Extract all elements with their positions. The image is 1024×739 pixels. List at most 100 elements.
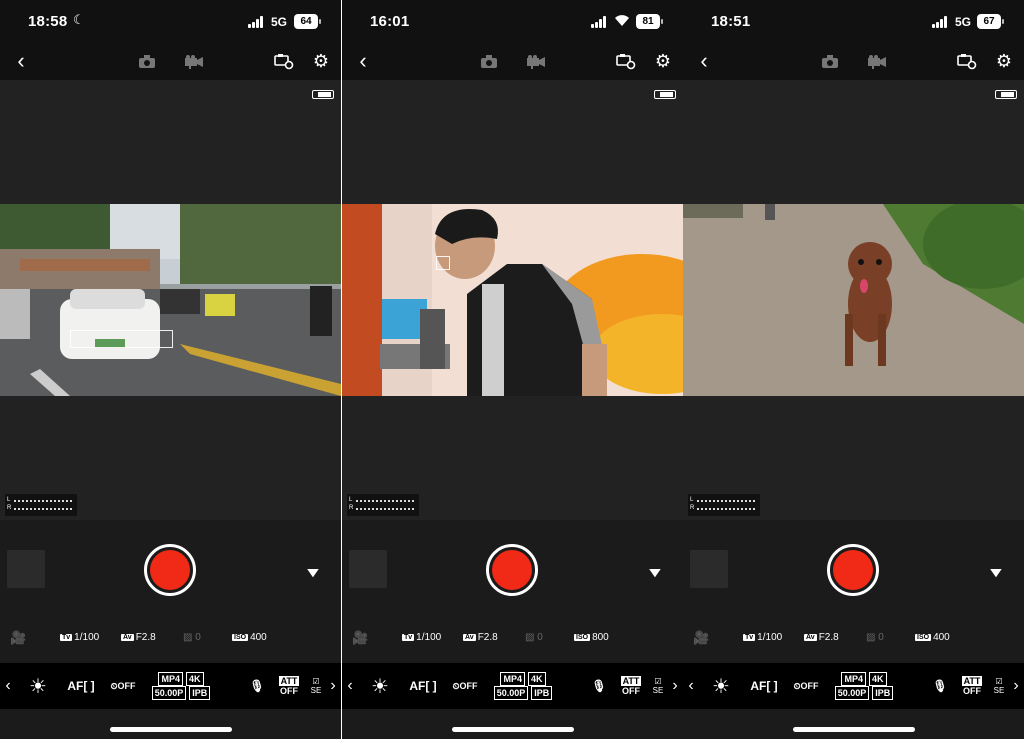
triangle-down-icon[interactable]: ▼ bbox=[645, 564, 664, 580]
aperture-value: Av F2.8 bbox=[121, 632, 156, 643]
white-balance-icon[interactable]: ☀ bbox=[368, 663, 392, 709]
se-button[interactable]: ☑ SE bbox=[652, 663, 664, 709]
status-bar: 18:51 5G 67 bbox=[683, 0, 1024, 44]
chevron-left-icon[interactable]: ‹ bbox=[683, 663, 699, 709]
microphone-icon[interactable]: 🎙 bbox=[927, 663, 953, 709]
top-nav: ‹ ⚙ bbox=[342, 44, 683, 80]
triangle-down-icon[interactable]: ▼ bbox=[986, 564, 1005, 580]
status-bar: 16:01 81 bbox=[342, 0, 683, 44]
live-view: L R bbox=[342, 80, 683, 520]
camera-battery-icon bbox=[312, 90, 334, 99]
shutter-value: Tv 1/100 bbox=[60, 632, 100, 643]
home-indicator[interactable] bbox=[452, 727, 574, 732]
chevron-left-icon[interactable]: ‹ bbox=[342, 663, 358, 709]
af-mode-button[interactable]: AF[ ] bbox=[745, 663, 783, 709]
battery-indicator: 64 bbox=[294, 14, 321, 29]
meter-r-label: R bbox=[349, 505, 354, 511]
exposure-comp-value: ▨ 0 bbox=[525, 632, 543, 643]
camera-settings-icon[interactable] bbox=[615, 50, 637, 72]
white-balance-icon[interactable]: ☀ bbox=[709, 663, 733, 709]
microphone-icon[interactable]: 🎙 bbox=[244, 663, 270, 709]
top-nav: ‹ ⚙ bbox=[0, 44, 341, 80]
record-button[interactable] bbox=[144, 544, 196, 596]
status-time: 18:58 bbox=[28, 13, 68, 30]
record-button[interactable] bbox=[827, 544, 879, 596]
camera-settings-icon[interactable] bbox=[956, 50, 978, 72]
status-time: 16:01 bbox=[370, 13, 410, 30]
movie-mode-icon: 🎥 bbox=[352, 630, 369, 645]
microphone-icon[interactable]: 🎙 bbox=[586, 663, 612, 709]
network-label: 5G bbox=[955, 15, 972, 29]
triangle-down-icon[interactable]: ▼ bbox=[303, 564, 322, 580]
chevron-right-icon[interactable]: › bbox=[325, 663, 341, 709]
audio-meter: L R bbox=[688, 494, 760, 516]
camera-icon[interactable] bbox=[136, 50, 158, 72]
meter-l-label: L bbox=[349, 497, 353, 503]
home-indicator[interactable] bbox=[793, 727, 915, 732]
movie-format-button[interactable]: MP4 4K 50.00P IPB bbox=[833, 663, 895, 709]
movie-camera-icon[interactable] bbox=[866, 50, 888, 72]
movie-mode-icon: 🎥 bbox=[693, 630, 710, 645]
screens: 18:58 ☾ 5G 64 ‹ ⚙ L R ▼ 🎥 Tv 1/100 Av F2… bbox=[0, 0, 1024, 739]
attenuator-button[interactable]: ATT OFF bbox=[276, 663, 302, 709]
live-view-image[interactable] bbox=[683, 204, 1024, 396]
home-area bbox=[0, 709, 341, 739]
movie-mode-icon: 🎥 bbox=[10, 630, 27, 645]
shutter-value: Tv 1/100 bbox=[743, 632, 783, 643]
af-mode-button[interactable]: AF[ ] bbox=[404, 663, 442, 709]
home-area bbox=[342, 709, 683, 739]
gear-icon[interactable]: ⚙ bbox=[310, 50, 332, 72]
back-icon[interactable]: ‹ bbox=[352, 48, 374, 73]
home-indicator[interactable] bbox=[110, 727, 232, 732]
chevron-right-icon[interactable]: › bbox=[667, 663, 683, 709]
chevron-right-icon[interactable]: › bbox=[1008, 663, 1024, 709]
live-view-image[interactable] bbox=[0, 204, 341, 396]
af-frame bbox=[70, 330, 173, 348]
gear-icon[interactable]: ⚙ bbox=[993, 50, 1015, 72]
movie-format-button[interactable]: MP4 4K 50.00P IPB bbox=[150, 663, 212, 709]
aperture-value: Av F2.8 bbox=[463, 632, 498, 643]
top-nav: ‹ ⚙ bbox=[683, 44, 1024, 80]
movie-camera-icon[interactable] bbox=[183, 50, 205, 72]
camera-settings-icon[interactable] bbox=[273, 50, 295, 72]
record-button[interactable] bbox=[486, 544, 538, 596]
se-button[interactable]: ☑ SE bbox=[993, 663, 1005, 709]
last-shot-thumbnail[interactable] bbox=[690, 550, 728, 588]
exposure-comp-value: ▨ 0 bbox=[183, 632, 201, 643]
attenuator-button[interactable]: ATT OFF bbox=[618, 663, 644, 709]
shutter-value: Tv 1/100 bbox=[402, 632, 442, 643]
self-timer-button[interactable]: ⏲ OFF bbox=[108, 663, 138, 709]
chevron-left-icon[interactable]: ‹ bbox=[0, 663, 16, 709]
self-timer-button[interactable]: ⏲ OFF bbox=[791, 663, 821, 709]
camera-battery-icon bbox=[654, 90, 676, 99]
af-mode-button[interactable]: AF[ ] bbox=[62, 663, 100, 709]
signal-icon bbox=[591, 16, 609, 28]
camera-icon[interactable] bbox=[819, 50, 841, 72]
movie-format-button[interactable]: MP4 4K 50.00P IPB bbox=[492, 663, 554, 709]
back-icon[interactable]: ‹ bbox=[693, 48, 715, 73]
capture-panel: ▼ 🎥 Tv 1/100 Av F2.8 ▨ 0 ISO 800 bbox=[342, 520, 683, 663]
status-time: 18:51 bbox=[711, 13, 751, 30]
live-view-image[interactable] bbox=[342, 204, 683, 396]
white-balance-icon[interactable]: ☀ bbox=[26, 663, 50, 709]
network-label: 5G bbox=[271, 15, 288, 29]
se-button[interactable]: ☑ SE bbox=[310, 663, 322, 709]
meter-r-label: R bbox=[690, 505, 695, 511]
gear-icon[interactable]: ⚙ bbox=[652, 50, 674, 72]
settings-toolbar: ‹ ☀ AF[ ] ⏲ OFF MP4 4K 50.00P IPB 🎙 ATT OFF … bbox=[342, 663, 683, 709]
meter-r-label: R bbox=[7, 505, 12, 511]
live-view: L R bbox=[683, 80, 1024, 520]
camera-icon[interactable] bbox=[478, 50, 500, 72]
movie-camera-icon[interactable] bbox=[525, 50, 547, 72]
exposure-params: 🎥 Tv 1/100 Av F2.8 ▨ 0 ISO 400 bbox=[0, 630, 341, 648]
back-icon[interactable]: ‹ bbox=[10, 48, 32, 73]
last-shot-thumbnail[interactable] bbox=[349, 550, 387, 588]
exposure-comp-value: ▨ 0 bbox=[866, 632, 884, 643]
self-timer-button[interactable]: ⏲ OFF bbox=[450, 663, 480, 709]
attenuator-button[interactable]: ATT OFF bbox=[959, 663, 985, 709]
live-view: L R bbox=[0, 80, 341, 520]
iso-value: ISO 400 bbox=[232, 632, 267, 643]
capture-panel: ▼ 🎥 Tv 1/100 Av F2.8 ▨ 0 ISO 400 bbox=[0, 520, 341, 663]
last-shot-thumbnail[interactable] bbox=[7, 550, 45, 588]
moon-icon: ☾ bbox=[73, 12, 85, 27]
